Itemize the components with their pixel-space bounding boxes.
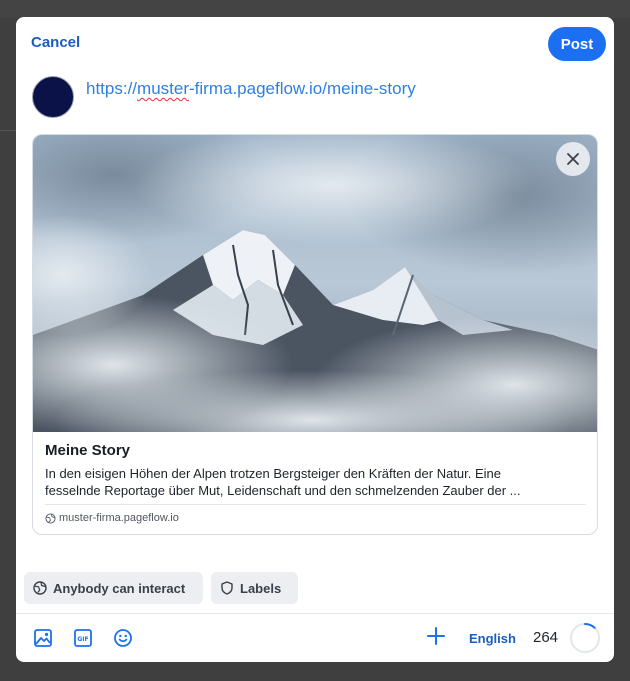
add-image-button[interactable]: [32, 627, 54, 649]
globe-icon: [33, 581, 47, 595]
avatar[interactable]: [32, 76, 74, 118]
preview-description-line: fesselnde Reportage über Mut, Leidenscha…: [45, 483, 521, 498]
globe-icon: [45, 512, 56, 524]
shield-icon: [221, 581, 233, 595]
add-emoji-button[interactable]: [112, 627, 134, 649]
emoji-icon: [114, 629, 132, 647]
preview-description: In den eisigen Höhen der Alpen trotzen B…: [45, 465, 565, 499]
character-count: 264: [533, 629, 559, 646]
preview-domain-text: muster-firma.pageflow.io: [59, 512, 179, 524]
background-divider: [0, 130, 16, 131]
preview-description-line: In den eisigen Höhen der Alpen trotzen B…: [45, 466, 502, 481]
url-rest: -firma.pageflow.io/meine-story: [189, 79, 416, 98]
preview-divider: [45, 504, 586, 505]
labels-label: Labels: [240, 580, 282, 596]
url-protocol: https://: [86, 79, 138, 98]
image-icon: [34, 629, 52, 647]
preview-title: Meine Story: [45, 442, 131, 459]
preview-image: [33, 135, 597, 432]
preview-domain: muster-firma.pageflow.io: [45, 512, 179, 524]
close-icon: [567, 153, 579, 165]
url-misspelled-word: muster: [137, 79, 189, 98]
link-preview-card[interactable]: Meine Story In den eisigen Höhen der Alp…: [32, 134, 598, 535]
labels-button[interactable]: Labels: [211, 572, 298, 604]
compose-dialog: Cancel Post https://muster-firma.pageflo…: [16, 17, 614, 662]
interaction-settings-label: Anybody can interact: [53, 580, 186, 596]
add-gif-button[interactable]: GIF: [72, 627, 94, 649]
character-ring-icon: [570, 623, 600, 653]
language-selector[interactable]: English: [469, 631, 516, 646]
interaction-settings-button[interactable]: Anybody can interact: [24, 572, 203, 604]
plus-icon: [427, 627, 445, 645]
svg-text:GIF: GIF: [77, 636, 88, 643]
add-thread-button[interactable]: [425, 626, 447, 650]
gif-icon: GIF: [74, 629, 92, 647]
dialog-header: Cancel Post: [16, 17, 614, 69]
remove-preview-button[interactable]: [556, 142, 590, 176]
toolbar-divider: [16, 613, 614, 614]
background-strip: [0, 0, 630, 18]
cancel-button[interactable]: Cancel: [31, 34, 80, 51]
post-text-input[interactable]: https://muster-firma.pageflow.io/meine-s…: [86, 79, 416, 99]
post-button[interactable]: Post: [548, 27, 606, 61]
